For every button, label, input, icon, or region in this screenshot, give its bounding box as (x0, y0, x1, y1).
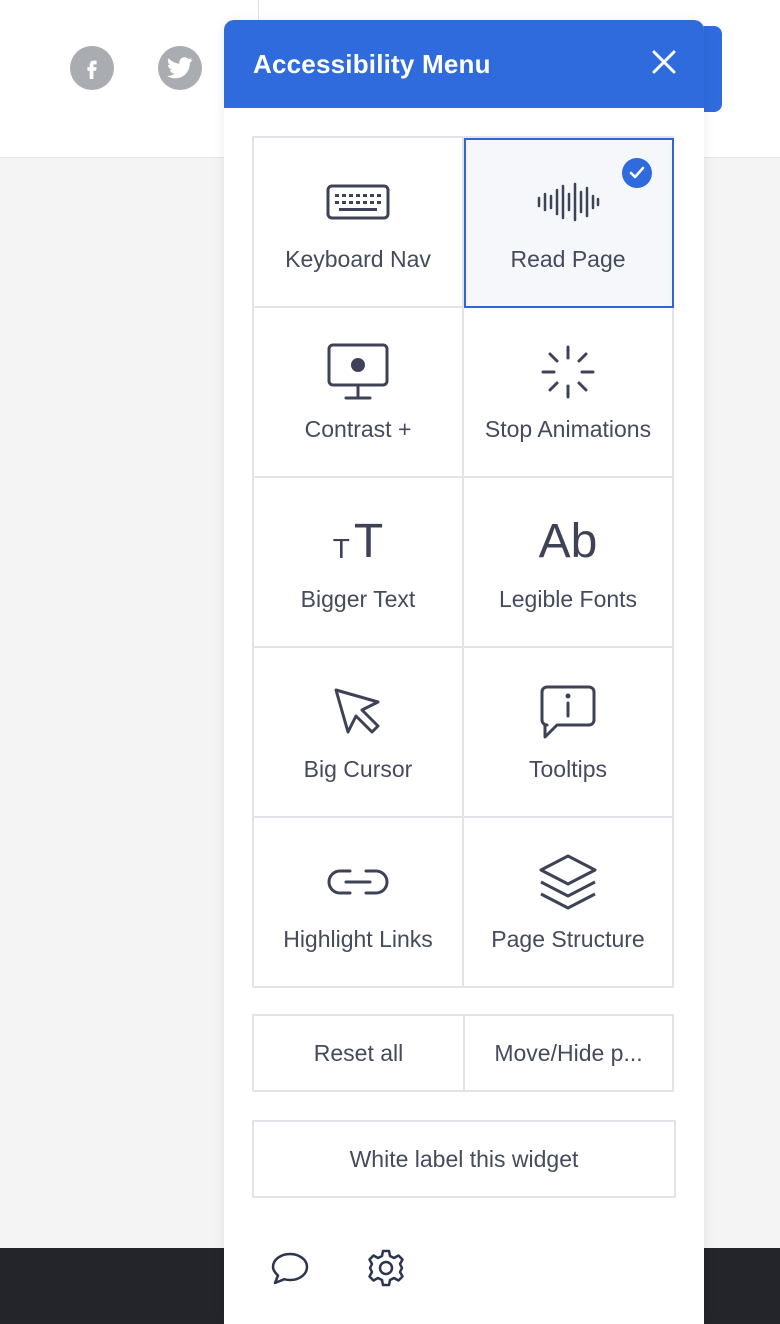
tile-read-page[interactable]: Read Page (464, 138, 674, 308)
tile-label: Page Structure (491, 926, 645, 952)
tile-stop-animations[interactable]: Stop Animations (464, 308, 674, 478)
close-icon[interactable] (650, 48, 678, 76)
tile-legible-fonts[interactable]: Ab Legible Fonts (464, 478, 674, 648)
monitor-contrast-icon (254, 340, 462, 404)
white-label-button[interactable]: White label this widget (252, 1120, 676, 1198)
reset-all-button[interactable]: Reset all (254, 1016, 463, 1090)
tile-keyboard-nav[interactable]: Keyboard Nav (254, 138, 464, 308)
tile-contrast[interactable]: Contrast + (254, 308, 464, 478)
panel-title: Accessibility Menu (253, 48, 491, 79)
twitter-icon[interactable] (158, 46, 202, 90)
text-size-icon: TT (332, 515, 384, 568)
tile-label: Keyboard Nav (285, 246, 431, 272)
tile-label: Stop Animations (484, 416, 652, 442)
spinner-icon (464, 340, 672, 404)
action-buttons: Reset all Move/Hide p... (252, 1014, 674, 1092)
chat-icon[interactable] (270, 1248, 310, 1288)
link-icon (254, 850, 462, 914)
tile-bigger-text[interactable]: TT Bigger Text (254, 478, 464, 648)
accessibility-panel: Accessibility Menu Keyboard Nav Read Pag… (224, 20, 704, 1324)
gear-icon[interactable] (366, 1248, 406, 1288)
tile-page-structure[interactable]: Page Structure (464, 818, 674, 988)
tile-label: Contrast + (304, 416, 412, 442)
tile-label: Tooltips (529, 756, 607, 782)
tile-highlight-links[interactable]: Highlight Links (254, 818, 464, 988)
keyboard-icon (254, 170, 462, 234)
tile-tooltips[interactable]: Tooltips (464, 648, 674, 818)
tile-label: Big Cursor (303, 756, 413, 782)
layers-icon (464, 850, 672, 914)
facebook-icon[interactable] (70, 46, 114, 90)
panel-footer (270, 1248, 406, 1288)
cursor-icon (254, 680, 462, 744)
tile-label: Highlight Links (283, 926, 433, 952)
tile-label: Legible Fonts (498, 586, 638, 612)
feature-grid: Keyboard Nav Read Page Contrast + Stop A… (252, 136, 674, 988)
tile-label: Read Page (510, 246, 626, 272)
move-hide-button[interactable]: Move/Hide p... (463, 1016, 672, 1090)
tile-label: Bigger Text (300, 586, 416, 612)
sound-wave-icon (464, 170, 672, 234)
tooltip-icon (464, 680, 672, 744)
panel-header: Accessibility Menu (224, 20, 704, 108)
font-icon: Ab (538, 515, 598, 568)
tile-big-cursor[interactable]: Big Cursor (254, 648, 464, 818)
